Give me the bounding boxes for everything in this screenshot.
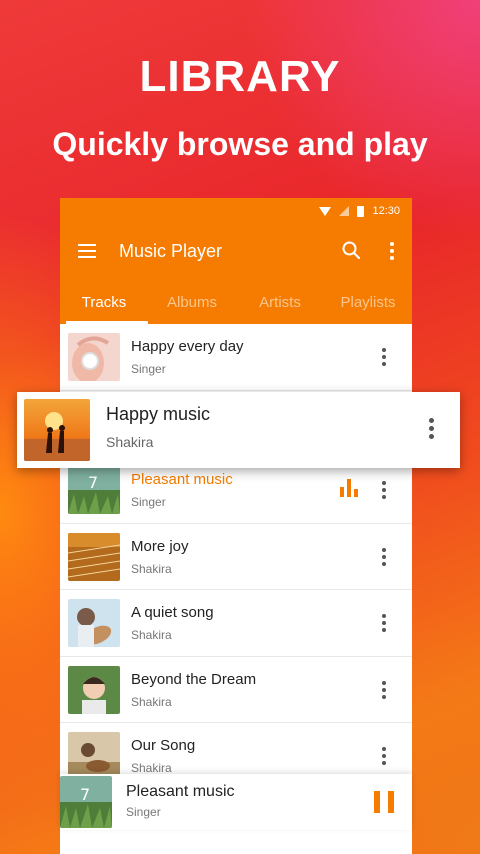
battery-icon <box>357 205 365 217</box>
track-menu-icon[interactable] <box>382 481 386 502</box>
wifi-icon <box>319 206 332 216</box>
now-playing-title: Pleasant music <box>126 783 235 800</box>
pause-icon[interactable] <box>374 791 394 813</box>
menu-icon[interactable] <box>78 244 96 258</box>
sunset-couple-thumb <box>24 399 90 461</box>
track-row[interactable]: Happy every day Singer <box>60 324 412 391</box>
track-row[interactable]: More joy Shakira <box>60 524 412 590</box>
track-artist: Singer <box>131 495 166 509</box>
track-menu-icon[interactable] <box>382 614 386 635</box>
search-icon[interactable] <box>342 241 360 259</box>
equalizer-icon <box>340 479 362 497</box>
child-portrait-thumb <box>68 665 120 714</box>
svg-text:7: 7 <box>80 785 90 804</box>
grass-field-thumb: 7 <box>60 776 112 828</box>
track-artist: Shakira <box>131 694 172 709</box>
promo-subtitle: Quickly browse and play <box>52 126 428 162</box>
guitar-player-thumb <box>68 599 120 647</box>
dragged-track-title: Happy music <box>106 404 211 424</box>
app-bar: 12:30 Music Player Tracks Albums Artists… <box>60 198 412 324</box>
track-title: A quiet song <box>131 604 214 621</box>
tab-artists[interactable]: Artists <box>236 294 324 324</box>
track-title: Beyond the Dream <box>131 670 257 688</box>
headphones-girl-thumb <box>68 333 120 381</box>
track-row[interactable]: A quiet song Shakira <box>60 590 412 657</box>
tab-bar: Tracks Albums Artists Playlists <box>60 294 412 324</box>
signal-icon <box>339 206 350 216</box>
track-title: Happy every day <box>131 338 244 355</box>
track-menu-icon[interactable] <box>382 348 386 369</box>
track-title: Pleasant music <box>131 471 233 488</box>
app-title: Music Player <box>119 241 223 261</box>
svg-text:7: 7 <box>88 473 98 492</box>
track-artist: Shakira <box>131 761 172 775</box>
track-menu-icon[interactable] <box>382 680 386 702</box>
tab-tracks[interactable]: Tracks <box>60 294 148 324</box>
toolbar: Music Player <box>60 224 412 280</box>
guitar-strings-thumb <box>68 532 120 581</box>
track-menu-icon[interactable] <box>382 547 386 569</box>
status-time: 12:30 <box>372 205 400 217</box>
grass-field-thumb: 7 <box>68 466 120 514</box>
dragged-track-card[interactable]: Happy music Shakira <box>17 392 460 468</box>
track-artist: Shakira <box>131 628 172 642</box>
phone-screen: 12:30 Music Player Tracks Albums Artists… <box>60 198 412 854</box>
dragged-track-artist: Shakira <box>106 434 154 450</box>
track-artist: Shakira <box>131 561 172 576</box>
tab-playlists[interactable]: Playlists <box>324 294 412 324</box>
track-menu-icon[interactable] <box>382 747 386 768</box>
track-artist: Singer <box>131 362 166 376</box>
tab-albums[interactable]: Albums <box>148 294 236 324</box>
now-playing-artist: Singer <box>126 805 161 819</box>
status-bar: 12:30 <box>60 198 412 224</box>
girl-guitar-thumb <box>68 732 120 780</box>
track-title: Our Song <box>131 737 196 754</box>
track-menu-icon[interactable] <box>429 418 434 442</box>
overflow-menu-icon[interactable] <box>390 242 394 263</box>
now-playing-bar[interactable]: 7 Pleasant music Singer <box>60 774 412 830</box>
track-row[interactable]: Beyond the Dream Shakira <box>60 657 412 723</box>
promo-title: LIBRARY <box>139 52 341 101</box>
track-title: More joy <box>131 537 189 555</box>
